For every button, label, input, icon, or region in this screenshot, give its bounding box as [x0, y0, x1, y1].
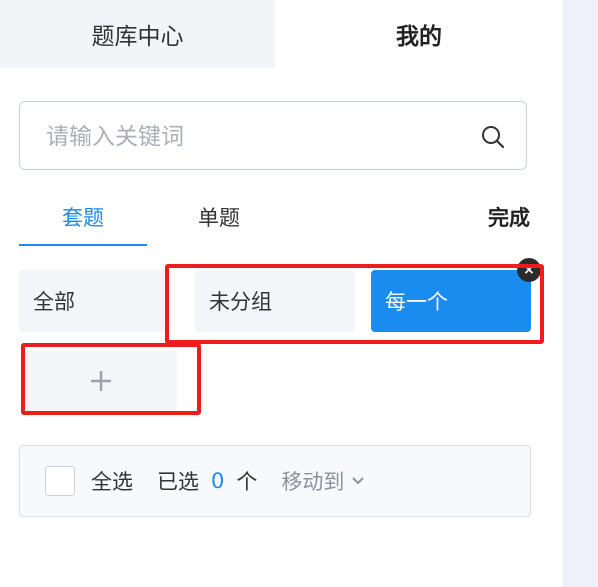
selected-unit: 个: [236, 470, 258, 494]
search-icon[interactable]: [480, 124, 506, 150]
tab-question-bank-center[interactable]: 题库中心: [0, 0, 275, 68]
done-button[interactable]: 完成: [488, 200, 530, 236]
bottom-action-bar: 全选 已选 0 个 移动到: [19, 445, 531, 517]
tab-mine[interactable]: 我的: [275, 0, 563, 68]
group-all[interactable]: 全部: [19, 270, 167, 332]
highlight-box-add: [21, 343, 201, 415]
right-side-panel: [563, 0, 598, 587]
chevron-down-icon: [352, 477, 365, 485]
select-all-checkbox[interactable]: [45, 466, 75, 496]
tab-single-questions[interactable]: 单题: [155, 200, 283, 244]
search-input[interactable]: [44, 102, 468, 171]
move-to-label: 移动到: [281, 470, 345, 494]
tab-set-questions[interactable]: 套题: [19, 200, 147, 246]
search-box[interactable]: [19, 101, 527, 171]
select-all-label[interactable]: 全选: [91, 466, 133, 496]
selected-count: 0: [211, 469, 225, 493]
selected-label: 已选: [157, 470, 199, 494]
move-to-dropdown[interactable]: 移动到: [281, 466, 366, 496]
highlight-box-groups: [165, 264, 544, 344]
